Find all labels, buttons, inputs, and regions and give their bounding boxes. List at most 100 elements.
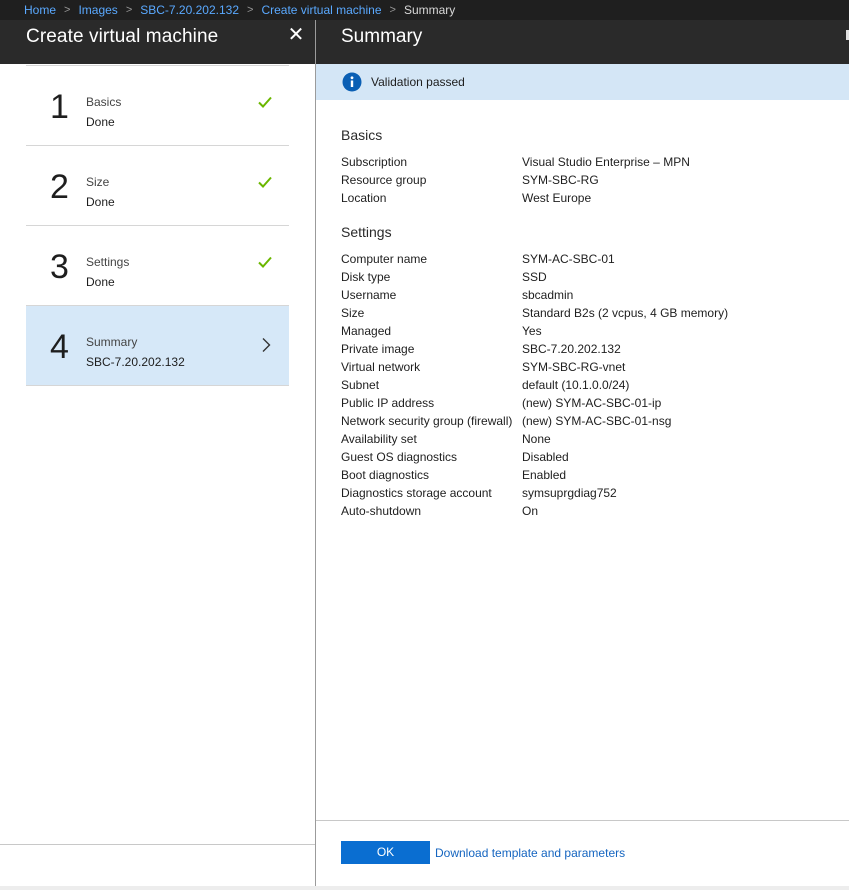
row-value: (new) SYM-AC-SBC-01-ip <box>522 396 662 410</box>
step-name: Basics <box>86 95 122 109</box>
blade-header: Summary <box>316 20 849 64</box>
breadcrumb: Home > Images > SBC-7.20.202.132 > Creat… <box>0 0 849 20</box>
summary-row: Network security group (firewall) (new) … <box>341 412 821 430</box>
section-title-basics: Basics <box>341 127 383 143</box>
summary-row: Private image SBC-7.20.202.132 <box>341 340 821 358</box>
row-label: Auto-shutdown <box>341 504 422 518</box>
row-label: Subscription <box>341 155 408 169</box>
check-icon <box>258 176 272 188</box>
step-settings[interactable]: 3 Settings Done <box>26 226 289 306</box>
step-number: 2 <box>50 168 69 206</box>
row-label: Computer name <box>341 252 428 266</box>
summary-row: Guest OS diagnostics Disabled <box>341 448 821 466</box>
step-status: Done <box>86 195 115 209</box>
row-label: Disk type <box>341 270 391 284</box>
close-icon[interactable]: ✕ <box>287 23 305 47</box>
summary-row: Computer name SYM-AC-SBC-01 <box>341 250 821 268</box>
row-label: Subnet <box>341 378 380 392</box>
summary-row: Resource group SYM-SBC-RG <box>341 171 821 189</box>
row-label: Managed <box>341 324 392 338</box>
divider <box>316 820 849 821</box>
row-value: sbcadmin <box>522 288 574 302</box>
row-value: On <box>522 504 539 518</box>
summary-row: Username sbcadmin <box>341 286 821 304</box>
breadcrumb-image[interactable]: SBC-7.20.202.132 <box>140 3 239 17</box>
row-label: Public IP address <box>341 396 435 410</box>
step-status: Done <box>86 275 115 289</box>
blade-title: Summary <box>341 26 423 47</box>
download-template-link[interactable]: Download template and parameters <box>435 846 625 860</box>
row-value: SYM-AC-SBC-01 <box>522 252 615 266</box>
section-title-settings: Settings <box>341 224 392 240</box>
summary-row: Disk type SSD <box>341 268 821 286</box>
breadcrumb-create-vm[interactable]: Create virtual machine <box>261 3 381 17</box>
step-size[interactable]: 2 Size Done <box>26 146 289 226</box>
step-status: Done <box>86 115 115 129</box>
row-label: Size <box>341 306 365 320</box>
row-value: None <box>522 432 551 446</box>
validation-banner: Validation passed <box>316 64 849 100</box>
summary-row: Managed Yes <box>341 322 821 340</box>
basics-list: Subscription Visual Studio Enterprise – … <box>341 153 821 207</box>
wizard-steps: 1 Basics Done 2 Size Done 3 Settings Don… <box>26 65 289 386</box>
row-value: Enabled <box>522 468 567 482</box>
breadcrumb-separator-icon: > <box>125 4 133 16</box>
step-number: 4 <box>50 328 69 366</box>
row-value: Visual Studio Enterprise – MPN <box>522 155 690 169</box>
row-value: SYM-SBC-RG-vnet <box>522 360 626 374</box>
chevron-right-icon <box>262 338 271 352</box>
info-icon <box>342 72 362 92</box>
row-label: Resource group <box>341 173 427 187</box>
ok-button[interactable]: OK <box>341 841 430 864</box>
step-status: SBC-7.20.202.132 <box>86 355 185 369</box>
row-value: Disabled <box>522 450 569 464</box>
row-value: Standard B2s (2 vcpus, 4 GB memory) <box>522 306 729 320</box>
blade-title: Create virtual machine <box>26 26 219 47</box>
summary-row: Auto-shutdown On <box>341 502 821 520</box>
row-label: Diagnostics storage account <box>341 486 492 500</box>
summary-row: Availability set None <box>341 430 821 448</box>
summary-blade: Summary Validation passed Basics Subscri… <box>316 20 849 886</box>
step-basics[interactable]: 1 Basics Done <box>26 66 289 146</box>
row-label: Boot diagnostics <box>341 468 430 482</box>
settings-list: Computer name SYM-AC-SBC-01 Disk type SS… <box>341 250 821 520</box>
blade-header: Create virtual machine ✕ <box>0 20 315 64</box>
step-name: Size <box>86 175 110 189</box>
breadcrumb-separator-icon: > <box>64 4 71 16</box>
row-value: SSD <box>522 270 547 284</box>
summary-row: Location West Europe <box>341 189 821 207</box>
summary-row: Boot diagnostics Enabled <box>341 466 821 484</box>
row-label: Guest OS diagnostics <box>341 450 458 464</box>
step-name: Settings <box>86 255 130 269</box>
row-value: SBC-7.20.202.132 <box>522 342 621 356</box>
row-value: default (10.1.0.0/24) <box>522 378 630 392</box>
divider <box>0 844 315 845</box>
summary-row: Public IP address (new) SYM-AC-SBC-01-ip <box>341 394 821 412</box>
row-value: West Europe <box>522 191 592 205</box>
breadcrumb-home[interactable]: Home <box>24 3 56 17</box>
summary-row: Subnet default (10.1.0.0/24) <box>341 376 821 394</box>
summary-row: Diagnostics storage account symsuprgdiag… <box>341 484 821 502</box>
breadcrumb-separator-icon: > <box>389 4 396 16</box>
row-label: Availability set <box>341 432 417 446</box>
row-label: Virtual network <box>341 360 421 374</box>
step-name: Summary <box>86 335 138 349</box>
row-label: Username <box>341 288 397 302</box>
step-number: 3 <box>50 248 69 286</box>
breadcrumb-images[interactable]: Images <box>78 3 117 17</box>
breadcrumb-current: Summary <box>403 3 456 17</box>
row-label: Location <box>341 191 387 205</box>
row-label: Private image <box>341 342 415 356</box>
row-value: symsuprgdiag752 <box>522 486 617 500</box>
row-value: Yes <box>522 324 542 338</box>
step-number: 1 <box>50 88 69 126</box>
step-summary[interactable]: 4 Summary SBC-7.20.202.132 <box>26 306 289 386</box>
breadcrumb-separator-icon: > <box>247 4 254 16</box>
summary-row: Size Standard B2s (2 vcpus, 4 GB memory) <box>341 304 821 322</box>
row-label: Network security group (firewall) <box>341 414 513 428</box>
row-value: SYM-SBC-RG <box>522 173 599 187</box>
row-value: (new) SYM-AC-SBC-01-nsg <box>522 414 672 428</box>
create-vm-blade: Create virtual machine ✕ 1 Basics Done 2… <box>0 20 316 886</box>
summary-row: Virtual network SYM-SBC-RG-vnet <box>341 358 821 376</box>
check-icon <box>258 256 272 268</box>
